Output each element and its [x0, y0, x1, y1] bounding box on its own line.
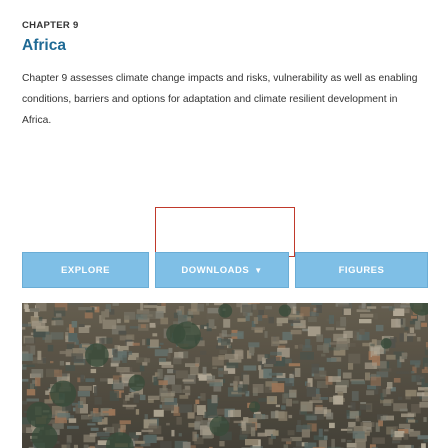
- explore-button[interactable]: EXPLORE: [22, 252, 149, 288]
- chapter-label: CHAPTER 9: [22, 20, 79, 31]
- downloads-button[interactable]: DOWNLOADS ▼: [155, 252, 289, 288]
- aerial-settlement-image: [22, 303, 428, 448]
- chevron-down-icon: ▼: [254, 265, 263, 275]
- figures-button[interactable]: FIGURES: [295, 252, 428, 288]
- explore-button-label: EXPLORE: [61, 264, 110, 276]
- chapter-description: Chapter 9 assesses climate change impact…: [22, 73, 418, 126]
- chapter-header: CHAPTER 9 Africa Chapter 9 assesses clim…: [22, 20, 432, 131]
- action-buttons: EXPLORE DOWNLOADS ▼ FIGURES: [22, 252, 428, 288]
- focus-outline: [155, 207, 295, 257]
- downloads-button-label: DOWNLOADS: [181, 264, 250, 276]
- figures-button-label: FIGURES: [338, 264, 385, 276]
- hero-image: [22, 303, 428, 448]
- page-title: Africa: [22, 37, 66, 54]
